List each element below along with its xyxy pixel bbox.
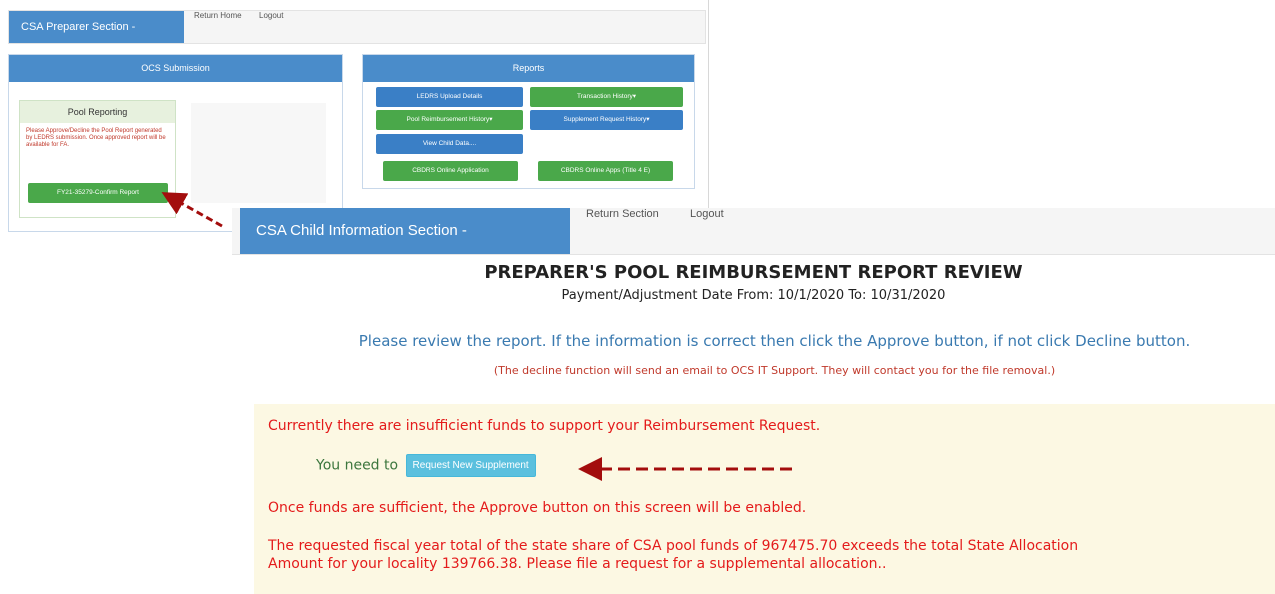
transaction-history-button[interactable]: Transaction History▾	[530, 87, 683, 107]
insufficient-funds-message: Currently there are insufficient funds t…	[268, 418, 821, 434]
fiscal-total-message-line1: The requested fiscal year total of the s…	[268, 538, 1079, 554]
insufficient-funds-alert: Currently there are insufficient funds t…	[254, 404, 1275, 594]
supplement-request-history-button[interactable]: Supplement Request History▾	[530, 110, 683, 130]
fiscal-total-message-line2: Amount for your locality 139766.38. Plea…	[268, 556, 887, 572]
approve-enable-note: Once funds are sufficient, the Approve b…	[268, 500, 807, 516]
preparer-section-window: CSA Preparer Section - Return Home Logou…	[0, 0, 709, 242]
cbdrs-online-application-button[interactable]: CBDRS Online Application	[383, 161, 518, 181]
page-title: PREPARER'S POOL REIMBURSEMENT REPORT REV…	[484, 262, 1023, 283]
ocs-submission-panel: OCS Submission Pool Reporting Please App…	[8, 54, 343, 232]
reports-panel: Reports LEDRS Upload Details Transaction…	[362, 54, 695, 189]
preparer-navbar: CSA Preparer Section - Return Home Logou…	[8, 10, 706, 44]
date-range-subtitle: Payment/Adjustment Date From: 10/1/2020 …	[561, 288, 946, 303]
return-section-link[interactable]: Return Section	[586, 208, 659, 220]
pool-reimbursement-history-button[interactable]: Pool Reimbursement History▾	[376, 110, 523, 130]
pool-reporting-message: Please Approve/Decline the Pool Report g…	[26, 128, 166, 148]
child-information-section-window: CSA Child Information Section - Return S…	[232, 208, 1275, 594]
confirm-report-button[interactable]: FY21-35279-Confirm Report	[28, 183, 168, 203]
view-child-data-button[interactable]: View Child Data....	[376, 134, 523, 154]
cbdrs-online-title4e-button[interactable]: CBDRS Online Apps (Title 4 E)	[538, 161, 673, 181]
child-info-navbar: CSA Child Information Section - Return S…	[232, 208, 1275, 255]
ledrs-upload-details-button[interactable]: LEDRS Upload Details	[376, 87, 523, 107]
you-need-to-row: You need to Request New Supplement	[316, 454, 536, 477]
ocs-submission-title: OCS Submission	[9, 55, 342, 82]
logout-link[interactable]: Logout	[690, 208, 724, 220]
preparer-brand[interactable]: CSA Preparer Section -	[9, 11, 184, 43]
review-instructions: Please review the report. If the informa…	[358, 332, 1191, 350]
child-info-brand[interactable]: CSA Child Information Section -	[240, 208, 570, 254]
decline-note: (The decline function will send an email…	[493, 364, 1056, 377]
empty-placeholder	[191, 103, 326, 203]
you-need-to-label: You need to	[316, 457, 399, 474]
reports-title: Reports	[363, 55, 694, 82]
request-new-supplement-button[interactable]: Request New Supplement	[405, 454, 536, 477]
logout-link[interactable]: Logout	[259, 11, 283, 20]
return-home-link[interactable]: Return Home	[194, 11, 242, 20]
pool-reporting-title: Pool Reporting	[20, 101, 175, 123]
pool-reporting-box: Pool Reporting Please Approve/Decline th…	[19, 100, 176, 218]
